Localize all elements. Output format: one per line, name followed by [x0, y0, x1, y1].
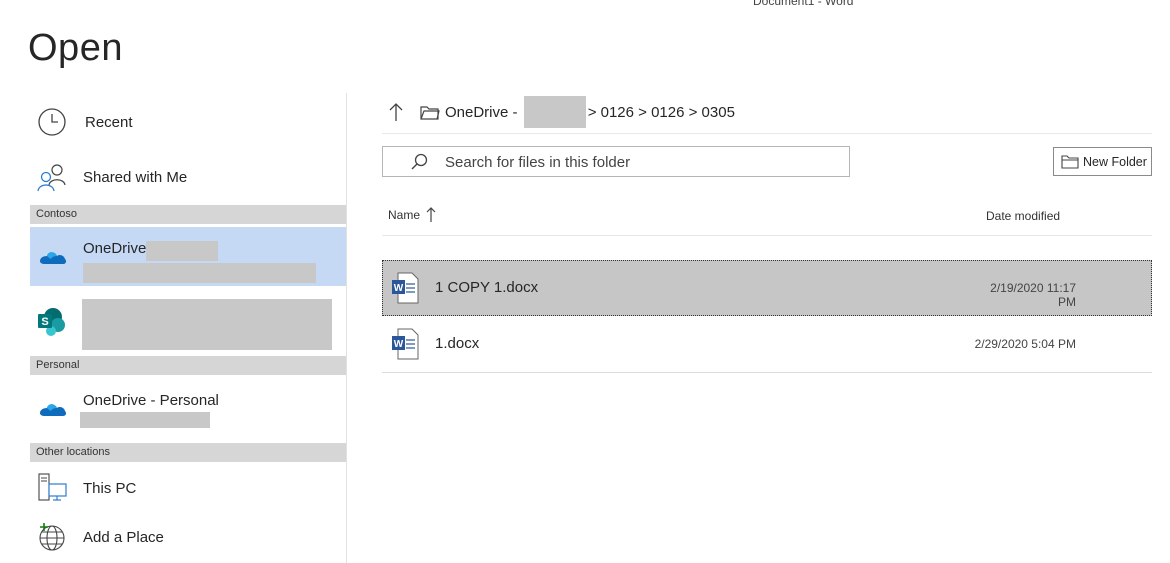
people-icon [36, 161, 68, 193]
nav-item-onedrive-personal[interactable]: OneDrive - Personal [30, 380, 346, 430]
search-icon [409, 152, 429, 172]
nav-item-sharepoint[interactable]: S [30, 296, 346, 352]
svg-text:S: S [41, 316, 48, 328]
nav-item-shared[interactable]: Shared with Me [30, 158, 346, 196]
section-header-org: Contoso [30, 205, 346, 224]
svg-text:W: W [394, 283, 404, 294]
folder-icon [1061, 154, 1079, 170]
nav-item-add-place[interactable]: Add a Place [30, 518, 346, 556]
file-date: 2/29/2020 5:04 PM [974, 337, 1076, 351]
onedrive-icon [36, 392, 68, 424]
app-title: Document1 - Word [753, 0, 854, 8]
globe-add-icon [36, 521, 68, 553]
nav-item-label: OneDrive - Personal [83, 392, 219, 409]
column-header-date[interactable]: Date modified [986, 209, 1060, 223]
nav-item-label: This PC [83, 479, 137, 497]
new-folder-button[interactable]: New Folder [1053, 147, 1152, 176]
column-header-name[interactable]: Name [388, 207, 436, 223]
word-document-icon: W [391, 328, 419, 360]
nav-item-label: Shared with Me [83, 168, 188, 186]
sharepoint-icon: S [36, 306, 68, 338]
onedrive-icon [36, 240, 68, 272]
breadcrumb-root[interactable]: OneDrive - [445, 104, 522, 121]
divider [382, 235, 1152, 236]
nav-item-onedrive-org[interactable]: OneDrive [30, 227, 346, 286]
page-title: Open [28, 27, 123, 69]
divider [382, 133, 1152, 134]
clock-icon [36, 106, 68, 138]
file-row[interactable]: W 1 COPY 1.docx 2/19/2020 11:17 PM [382, 260, 1152, 316]
svg-text:W: W [394, 339, 404, 350]
sort-ascending-icon [426, 207, 436, 223]
file-name: 1 COPY 1.docx [435, 279, 539, 296]
breadcrumb: OneDrive - > 0126 > 0126 > 0305 [383, 96, 735, 128]
nav-item-recent[interactable]: Recent [30, 103, 346, 141]
column-header-label: Name [388, 208, 421, 222]
nav-divider [346, 93, 347, 563]
redacted-org-name [146, 241, 218, 261]
redacted-site-name [82, 299, 332, 350]
section-header-other: Other locations [30, 443, 346, 462]
section-header-personal: Personal [30, 356, 346, 375]
breadcrumb-path[interactable]: > 0126 > 0126 > 0305 [588, 104, 735, 121]
search-box[interactable] [382, 146, 850, 177]
up-arrow-icon[interactable] [383, 99, 409, 125]
nav-item-label: Recent [85, 113, 133, 131]
file-row[interactable]: W 1.docx 2/29/2020 5:04 PM [382, 316, 1152, 372]
file-date: 2/19/2020 11:17 PM [990, 281, 1076, 309]
redacted-account [83, 263, 316, 283]
nav-item-this-pc[interactable]: This PC [30, 468, 346, 508]
divider [382, 372, 1152, 373]
redacted-personal-account [80, 412, 210, 428]
computer-icon [36, 472, 68, 504]
new-folder-label: New Folder [1083, 155, 1147, 169]
search-input[interactable] [445, 151, 835, 173]
word-document-icon: W [391, 272, 419, 304]
file-name: 1.docx [435, 335, 480, 352]
redacted-org-name [523, 96, 586, 128]
nav-item-label: Add a Place [83, 528, 164, 546]
nav-item-label: OneDrive [83, 240, 147, 257]
folder-icon [419, 101, 441, 123]
